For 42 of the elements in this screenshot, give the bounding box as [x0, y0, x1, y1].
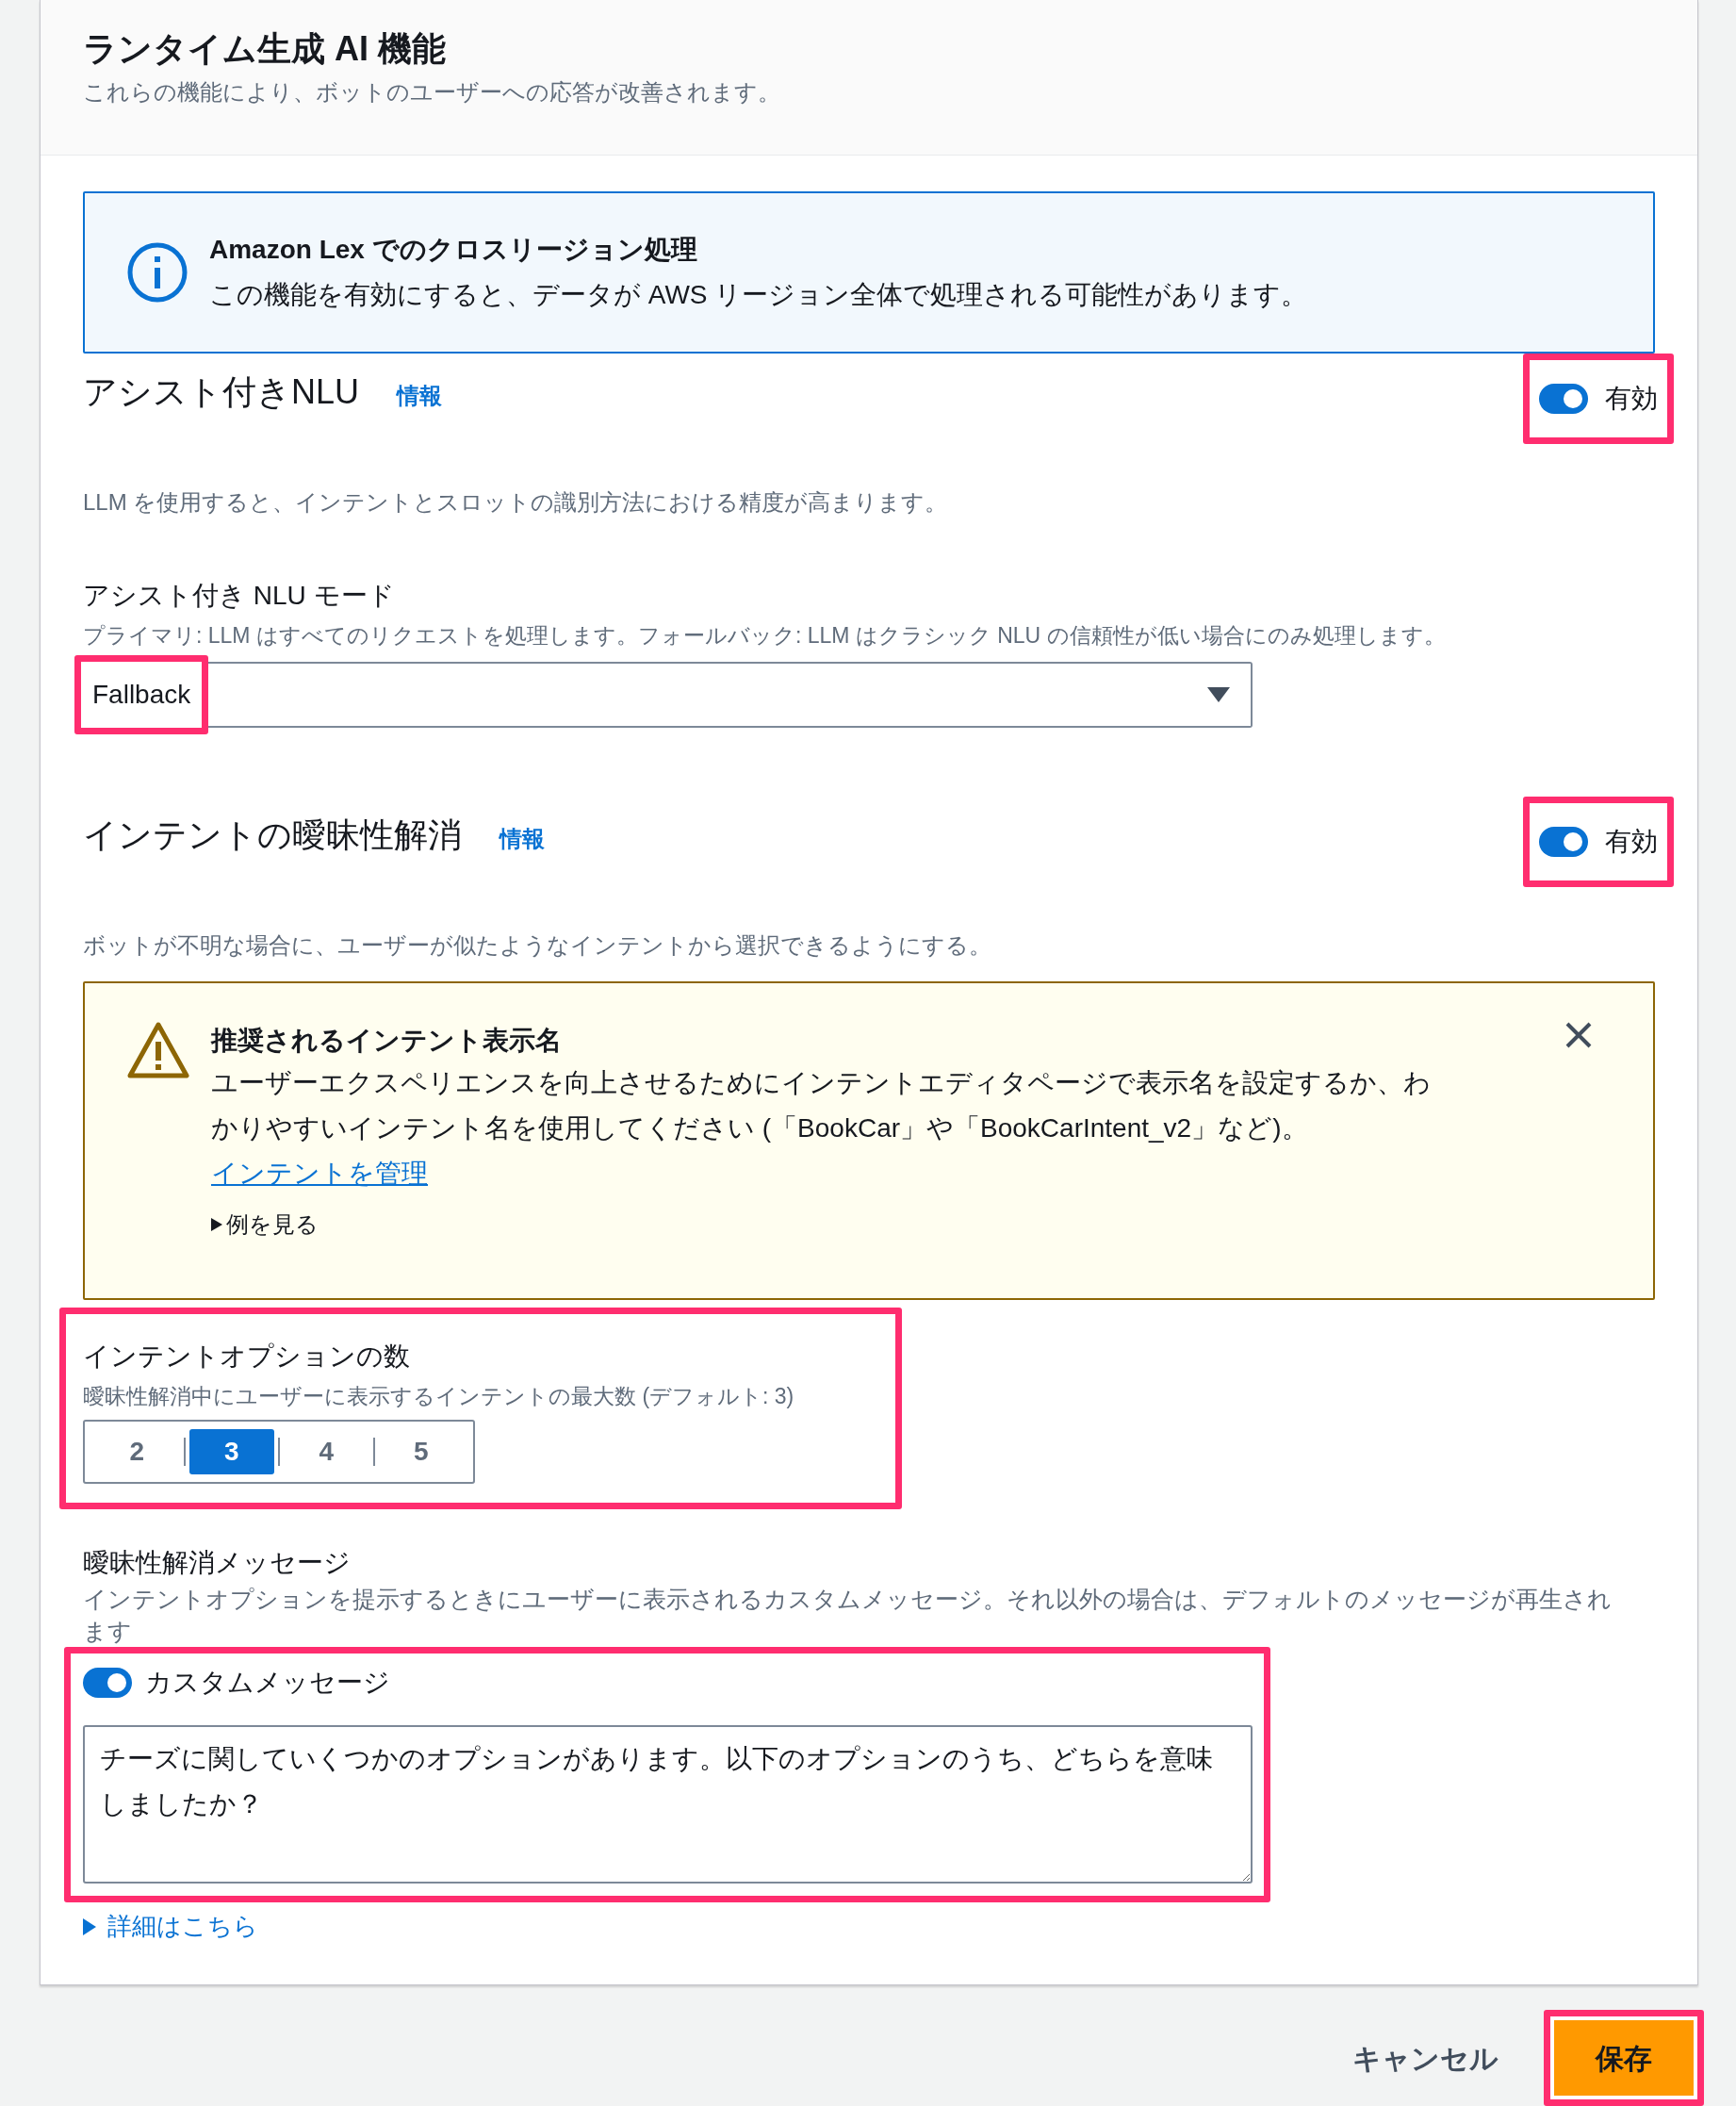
- section-description: ボットが不明な場合に、ユーザーが似たようなインテントから選択できるようにする。: [83, 930, 992, 960]
- alert-title: 推奨されるインテント表示名: [211, 1024, 563, 1057]
- expand-icon: [83, 1917, 96, 1935]
- segment-option[interactable]: 2: [94, 1429, 180, 1474]
- panel-subtitle: これらの機能により、ボットのユーザーへの応答が改善されます。: [83, 78, 781, 107]
- learn-more-link[interactable]: 詳細はこちら: [83, 1908, 1655, 1945]
- select-value: Fallback: [92, 678, 191, 711]
- toggle-label: 有効: [1605, 383, 1658, 415]
- alert-text: ユーザーエクスペリエンスを向上させるためにインテントエディタページで表示名を設定するか、わかりやすいインテント名を使用してください (「BookCar」や「BookCarIntent_v2」など)。 インテントを管理: [211, 1066, 1432, 1190]
- toggle-switch[interactable]: [1539, 826, 1588, 857]
- warning-icon: [126, 1020, 190, 1079]
- section-title: アシスト付きNLU: [83, 371, 360, 413]
- info-link[interactable]: 情報: [397, 379, 443, 413]
- close-icon[interactable]: [1564, 1020, 1593, 1049]
- toggle-switch[interactable]: [1539, 384, 1588, 414]
- mode-select[interactable]: [208, 661, 1253, 728]
- caret-icon: [1207, 686, 1230, 702]
- info-icon: [126, 241, 188, 304]
- toggle-label: 有効: [1605, 825, 1658, 858]
- field-hint: 曖昧性解消中にユーザーに表示するインテントの最大数 (デフォルト: 3): [83, 1382, 795, 1410]
- manage-intents-link[interactable]: インテントを管理: [211, 1158, 428, 1188]
- toggle-switch[interactable]: [83, 1668, 132, 1698]
- segment-option[interactable]: 3: [188, 1429, 274, 1474]
- toggle-label: カスタムメッセージ: [145, 1667, 390, 1699]
- field-hint: インテントオプションを提示するときにユーザーに表示されるカスタムメッセージ。それ以外の場合は、デフォルトのメッセージが再生されます: [83, 1585, 1613, 1646]
- field-hint: プライマリ: LLM はすべてのリクエストを処理します。フォールバック: LLM はクラシック NLU の信頼性が低い場合にのみ処理します。: [83, 622, 1447, 650]
- field-label: 曖昧性解消メッセージ: [83, 1547, 352, 1579]
- panel-title: ランタイム生成 AI 機能: [83, 28, 447, 70]
- alert-title: Amazon Lex でのクロスリージョン処理: [209, 234, 698, 266]
- examples-expander[interactable]: 例を見る: [211, 1207, 319, 1242]
- message-field[interactable]: チーズに関していくつかのオプションがあります。以下のオプションのうち、どちらを意味しましたか？: [83, 1725, 1253, 1884]
- segment-option[interactable]: 4: [284, 1429, 369, 1474]
- field-label: アシスト付き NLU モード: [83, 580, 396, 612]
- section-title: インテントの曖昧性解消: [83, 814, 462, 856]
- expand-icon: [211, 1217, 222, 1231]
- save-button[interactable]: 保存: [1554, 2020, 1694, 2096]
- alert-text: この機能を有効にすると、データが AWS リージョン全体で処理される可能性があります。: [209, 279, 1308, 311]
- info-link[interactable]: 情報: [500, 821, 545, 856]
- segment-option[interactable]: 5: [378, 1429, 464, 1474]
- cancel-button[interactable]: キャンセル: [1345, 2036, 1506, 2080]
- field-label: インテントオプションの数: [83, 1340, 411, 1373]
- section-description: LLM を使用すると、インテントとスロットの識別方法における精度が高まります。: [83, 488, 949, 517]
